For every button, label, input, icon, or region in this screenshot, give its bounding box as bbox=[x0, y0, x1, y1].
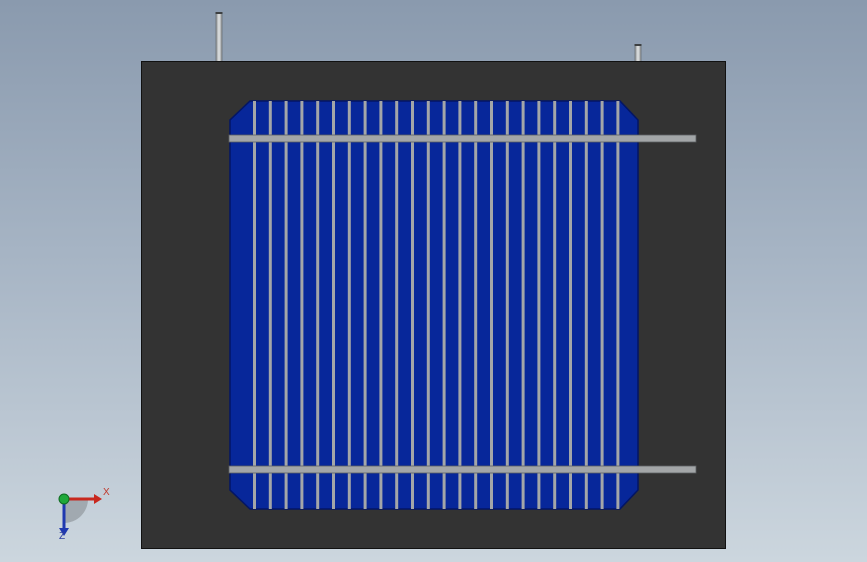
grid-finger bbox=[584, 101, 588, 509]
solar-cell-wafer[interactable] bbox=[229, 100, 639, 510]
busbar-top[interactable] bbox=[228, 134, 697, 143]
grid-finger bbox=[569, 101, 572, 509]
grid-finger bbox=[332, 101, 335, 509]
grid-finger bbox=[553, 101, 557, 509]
grid-finger bbox=[284, 101, 288, 509]
solar-cell-model[interactable] bbox=[0, 0, 867, 562]
grid-finger bbox=[347, 101, 351, 509]
grid-finger bbox=[521, 101, 525, 509]
view-orientation-triad: X Y Z bbox=[40, 478, 120, 548]
grid-finger bbox=[300, 101, 304, 509]
grid-finger bbox=[363, 101, 367, 509]
grid-finger bbox=[395, 101, 399, 509]
x-axis-label: X bbox=[103, 487, 110, 498]
terminal-pin-right-cap bbox=[634, 44, 642, 46]
grid-finger bbox=[411, 101, 414, 509]
grid-finger bbox=[474, 101, 478, 509]
grid-finger bbox=[505, 101, 509, 509]
grid-finger bbox=[268, 101, 272, 509]
grid-finger bbox=[490, 101, 493, 509]
grid-finger bbox=[316, 101, 320, 509]
z-axis-label: Z bbox=[59, 531, 66, 542]
graphics-viewport[interactable]: X Y Z bbox=[0, 0, 867, 562]
busbar-bottom[interactable] bbox=[228, 465, 697, 474]
grid-finger bbox=[426, 101, 430, 509]
grid-finger bbox=[379, 101, 383, 509]
grid-finger bbox=[600, 101, 604, 509]
grid-finger bbox=[537, 101, 541, 509]
y-axis-dot bbox=[58, 493, 70, 505]
terminal-pin-left[interactable] bbox=[215, 12, 223, 63]
terminal-pin-left-cap bbox=[215, 12, 223, 14]
grid-finger bbox=[253, 101, 256, 509]
terminal-pin-right[interactable] bbox=[634, 44, 642, 63]
grid-finger bbox=[616, 101, 620, 509]
x-axis-arrowhead bbox=[94, 494, 102, 504]
grid-finger bbox=[442, 101, 446, 509]
grid-finger bbox=[458, 101, 462, 509]
